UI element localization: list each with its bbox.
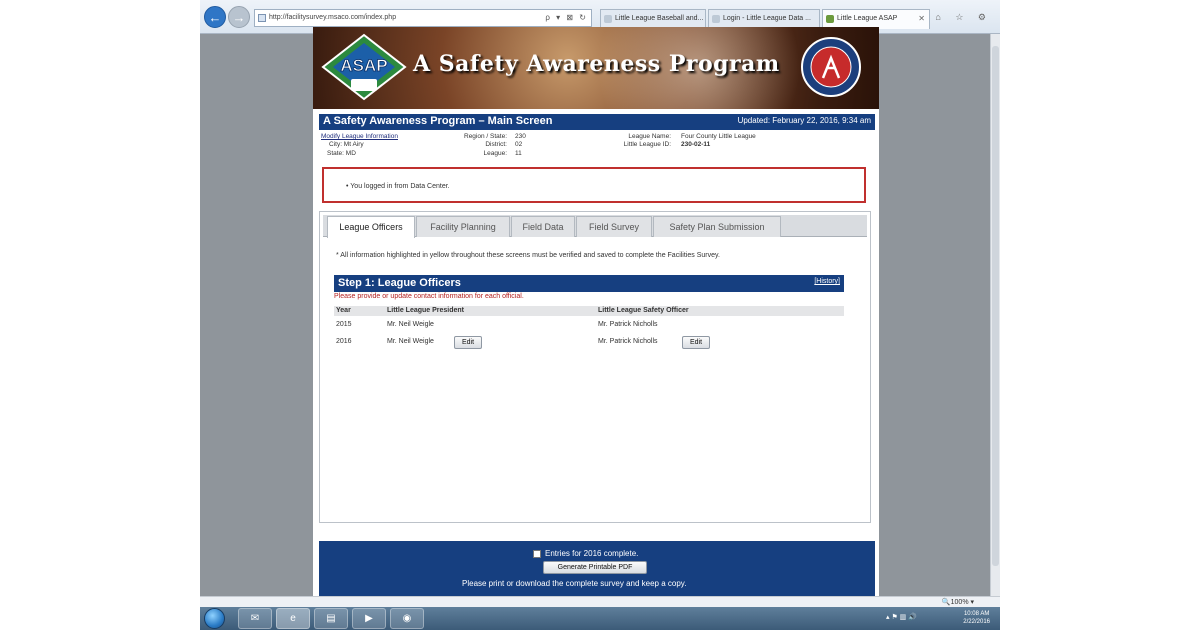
safety-officer-cell: Mr. Patrick Nicholls [598,338,658,345]
system-tray: ▴ ⚑ ▥ 🔊 10:08 AM 2/22/2016 [886,609,996,628]
league-name-value: Four County Little League [681,133,756,140]
tab-favicon-icon [712,15,720,23]
tab-favicon-icon [826,15,834,23]
address-url: http://facilitysurvey.msaco.com/index.ph… [269,14,397,21]
region-label: Region / State: [464,133,507,140]
table-row: 2015 Mr. Neil Weigle Mr. Patrick Nicholl… [334,319,844,333]
state-value: State: MD [327,150,356,157]
browser-toolbar-icons[interactable]: ⌂ ☆ ⚙ [935,12,992,23]
desktop-screen: ← → http://facilitysurvey.msaco.com/inde… [200,0,1000,630]
outlook-taskbar-icon[interactable]: ✉ [238,608,272,629]
column-header-year: Year [336,307,351,314]
entries-complete-checkbox[interactable] [533,549,541,558]
media-player-taskbar-icon[interactable]: ▶ [352,608,386,629]
required-fields-note: * All information highlighted in yellow … [336,252,720,259]
tab-field-survey[interactable]: Field Survey [576,216,652,237]
scrollbar-thumb[interactable] [992,46,999,566]
generate-pdf-button[interactable]: Generate Printable PDF [543,561,647,574]
back-button[interactable]: ← [204,6,226,28]
tray-icons[interactable]: ▴ ⚑ ▥ 🔊 [886,613,917,621]
browser-tab-little-league-asap[interactable]: Little League ASAP ✕ [822,9,930,29]
league-name-label: League Name: [628,133,671,140]
column-header-safety-officer: Little League Safety Officer [598,307,689,314]
asap-logo-icon: ASAP [321,33,407,101]
tab-label: Little League Baseball and... [615,15,704,22]
tab-safety-plan-submission[interactable]: Safety Plan Submission [653,216,781,237]
entries-complete-row: Entries for 2016 complete. [533,549,638,558]
district-value: 02 [515,141,523,148]
history-link[interactable]: [History] [814,278,840,285]
login-message: • You logged in from Data Center. [346,183,450,190]
print-note: Please print or download the complete su… [462,579,687,588]
address-bar[interactable]: http://facilitysurvey.msaco.com/index.ph… [254,9,592,27]
browser-tab-little-league-baseball[interactable]: Little League Baseball and... [600,9,706,29]
tab-field-data[interactable]: Field Data [511,216,575,237]
entries-complete-label: Entries for 2016 complete. [545,549,639,558]
tab-label: Little League ASAP [837,15,898,22]
league-value: 11 [515,150,522,157]
banner-title: A Safety Awareness Program [413,51,780,77]
region-value: 230 [515,133,526,140]
tab-favicon-icon [604,15,612,23]
little-league-logo-icon [801,37,861,97]
column-header-president: Little League President [387,307,465,314]
updated-timestamp: Updated: February 22, 2016, 9:34 am [737,116,871,125]
tab-facility-planning[interactable]: Facility Planning [416,216,510,237]
site-banner: ASAP A Safety Awareness Program [313,27,879,109]
system-clock[interactable]: 10:08 AM 2/22/2016 [963,610,990,626]
survey-footer: Entries for 2016 complete. Generate Prin… [319,541,875,596]
clock-date: 2/22/2016 [963,619,990,625]
survey-tabstrip: League Officers Facility Planning Field … [323,215,867,238]
year-cell: 2016 [336,338,352,345]
survey-tabs-panel: League Officers Facility Planning Field … [319,211,871,523]
browser-tab-login[interactable]: Login - Little League Data ... [708,9,820,29]
league-id-value: 230-02-11 [681,141,711,148]
windows-taskbar: ✉ e ▤ ▶ ◉ ▴ ⚑ ▥ 🔊 10:08 AM 2/22/2016 [200,607,1000,630]
address-tools[interactable]: ρ ▾ ⊠ ↻ [545,10,588,26]
step-instruction: Please provide or update contact informa… [334,293,524,300]
president-cell: Mr. Neil Weigle [387,321,434,328]
year-cell: 2015 [336,321,352,328]
page-title: A Safety Awareness Program – Main Screen [323,115,553,127]
start-button[interactable] [204,608,225,629]
district-label: District: [485,141,507,148]
league-id-label: Little League ID: [623,141,671,148]
internet-explorer-taskbar-icon[interactable]: e [276,608,310,629]
browser-statusbar: 🔍100% ▾ [200,596,1000,607]
scrollbar[interactable] [990,34,1000,596]
safety-officer-cell: Mr. Patrick Nicholls [598,321,658,328]
close-tab-icon[interactable]: ✕ [918,10,925,28]
main-screen-header: A Safety Awareness Program – Main Screen… [319,114,875,130]
file-explorer-taskbar-icon[interactable]: ▤ [314,608,348,629]
page-icon [258,14,266,22]
site-page: ASAP A Safety Awareness Program A Safety… [313,27,879,596]
app-taskbar-icon[interactable]: ◉ [390,608,424,629]
tab-league-officers[interactable]: League Officers [327,216,415,238]
forward-button[interactable]: → [228,6,250,28]
login-message-box: • You logged in from Data Center. [322,167,866,203]
asap-logo-text: ASAP [340,56,387,75]
city-value: City: Mt Airy [329,141,364,148]
league-label: League: [483,150,508,157]
step-title: Step 1: League Officers [338,277,461,289]
tab-label: Login - Little League Data ... [723,15,811,22]
president-cell: Mr. Neil Weigle [387,338,434,345]
step-header: Step 1: League Officers [History] [334,275,844,292]
league-info: Modify League Information City: Mt Airy … [319,132,875,168]
edit-president-button[interactable]: Edit [454,336,482,349]
edit-safety-officer-button[interactable]: Edit [682,336,710,349]
table-header-row: Year Little League President Little Leag… [334,306,844,316]
modify-league-info-link[interactable]: Modify League Information [321,133,398,140]
table-row: 2016 Mr. Neil Weigle Edit Mr. Patrick Ni… [334,336,844,350]
clock-time: 10:08 AM [963,611,990,617]
